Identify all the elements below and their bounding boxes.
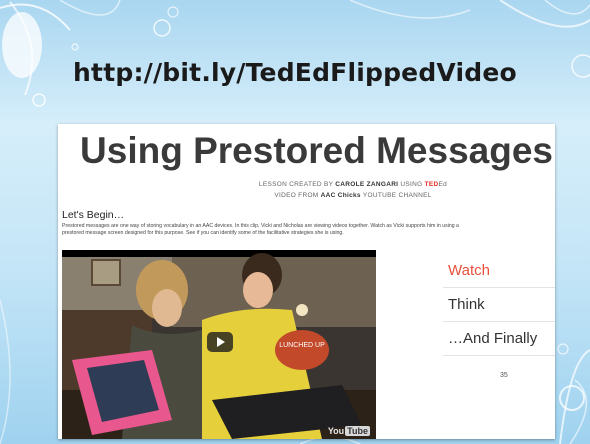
- credit-prefix: LESSON CREATED BY: [258, 181, 334, 188]
- slide-url-title: http://bit.ly/TedEdFlippedVideo: [73, 58, 517, 87]
- youtube-logo-tube: Tube: [345, 426, 370, 436]
- channel-name: AAC Chicks: [320, 192, 361, 199]
- section-heading: Let's Begin…: [62, 209, 125, 221]
- lesson-title: Using Prestored Messages: [80, 130, 553, 171]
- youtube-logo-you: You: [327, 426, 345, 436]
- ted-logo: TED: [424, 181, 439, 188]
- play-icon[interactable]: [207, 332, 233, 352]
- lesson-credit: LESSON CREATED BY CAROLE ZANGARI USING T…: [198, 181, 508, 188]
- lesson-screenshot: Using Prestored Messages LESSON CREATED …: [58, 124, 555, 439]
- video-from-label: VIDEO FROM: [274, 192, 319, 199]
- step-think[interactable]: Think: [443, 288, 555, 322]
- shirt-text: LUNCHED UP: [279, 342, 325, 349]
- intro-paragraph: Prestored messages are one way of storin…: [62, 223, 459, 237]
- credit-using: USING: [400, 181, 423, 188]
- shirt-logo: [296, 304, 308, 316]
- channel-suffix: YOUTUBE CHANNEL: [362, 192, 432, 199]
- video-credit: VIDEO FROM AAC Chicks YOUTUBE CHANNEL: [198, 192, 508, 199]
- youtube-logo[interactable]: You Tube: [328, 426, 370, 436]
- lesson-step-menu: Watch Think …And Finally: [443, 254, 555, 356]
- step-and-finally[interactable]: …And Finally: [443, 322, 555, 356]
- ted-ed-suffix: Ed: [438, 181, 448, 188]
- slide-number: 35: [500, 372, 508, 379]
- author-name: CAROLE ZANGARI: [335, 181, 399, 188]
- video-player[interactable]: LUNCHED UP You Tube: [62, 250, 376, 439]
- step-watch[interactable]: Watch: [443, 254, 555, 288]
